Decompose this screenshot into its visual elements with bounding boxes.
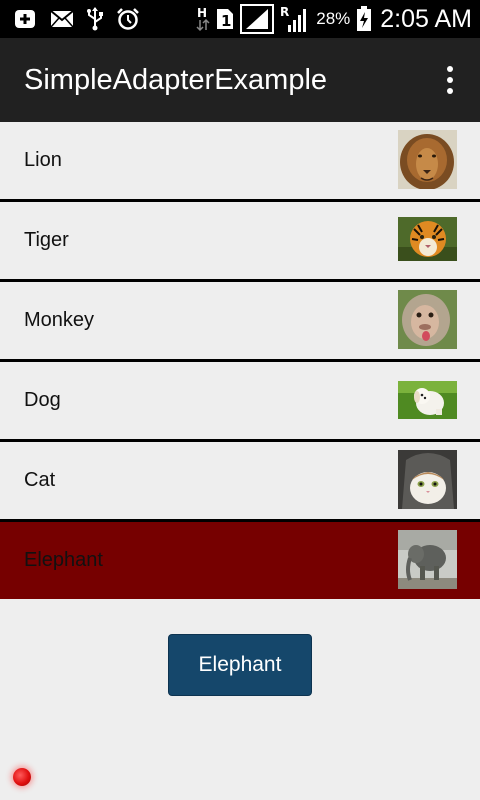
clock: 2:05 AM <box>380 4 472 33</box>
notification-icons <box>14 7 140 31</box>
add-notification-icon <box>14 7 38 31</box>
system-icons: H 1 R 28% 2:05 AM <box>196 4 472 34</box>
list-item-lion[interactable]: Lion <box>0 122 480 199</box>
battery-percent: 28% <box>316 9 351 28</box>
list-item-label: Elephant <box>24 549 103 571</box>
usb-icon <box>86 7 104 31</box>
lion-image <box>398 130 457 189</box>
battery-charging-icon <box>356 6 372 31</box>
list-item-cat[interactable]: Cat <box>0 442 480 519</box>
app-title: SimpleAdapterExample <box>24 63 328 96</box>
monkey-image <box>398 290 457 349</box>
list-item-label: Cat <box>24 469 56 491</box>
mail-icon <box>50 7 74 31</box>
dog-image <box>398 381 457 419</box>
list-item-label: Tiger <box>24 229 69 251</box>
action-bar: SimpleAdapterExample <box>0 38 480 122</box>
list-item-label: Monkey <box>24 309 95 331</box>
tiger-image <box>398 217 457 261</box>
signal-icon <box>240 4 275 34</box>
sim-1-icon: 1 <box>216 7 234 31</box>
list-item-label: Lion <box>24 149 62 171</box>
list-item-label: Dog <box>24 389 61 411</box>
status-bar: H 1 R 28% 2:05 AM <box>0 0 480 38</box>
selected-animal-button[interactable]: Elephant <box>168 634 312 696</box>
list-item-elephant[interactable]: Elephant <box>0 522 480 599</box>
roaming-signal-icon: R <box>280 5 310 32</box>
overflow-menu-icon[interactable] <box>442 66 458 94</box>
list-item-tiger[interactable]: Tiger <box>0 202 480 279</box>
list-item-dog[interactable]: Dog <box>0 362 480 439</box>
animal-list[interactable]: Lion Tiger Monkey Dog Cat Elephant <box>0 122 480 599</box>
list-item-monkey[interactable]: Monkey <box>0 282 480 359</box>
hspa-data-icon: H <box>196 6 210 32</box>
svg-text:R: R <box>280 5 289 19</box>
cat-image <box>398 450 457 509</box>
svg-text:H: H <box>197 6 207 20</box>
elephant-image <box>398 530 457 589</box>
notification-led <box>13 768 31 786</box>
svg-text:1: 1 <box>221 12 231 30</box>
alarm-icon <box>116 7 140 31</box>
